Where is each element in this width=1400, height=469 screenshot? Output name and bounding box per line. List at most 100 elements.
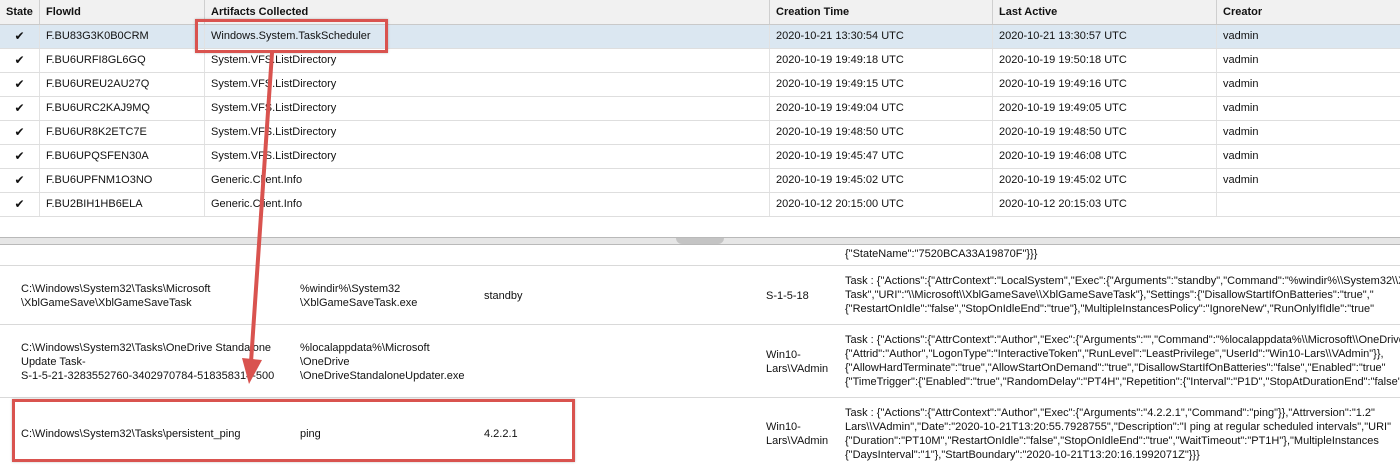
flow-row[interactable]: ✔ F.BU6UPFNM1O3NO Generic.Client.Info 20…	[0, 169, 1400, 193]
flow-artifact: System.VFS.ListDirectory	[205, 121, 770, 144]
flow-creator: vadmin	[1223, 54, 1259, 66]
flow-artifact: System.VFS.ListDirectory	[205, 97, 770, 120]
flow-creator: vadmin	[1223, 174, 1259, 186]
task-arguments: 4.2.2.1	[484, 427, 518, 440]
column-header-state[interactable]: State	[0, 0, 40, 24]
task-command-line: %localappdata%\Microsoft	[300, 341, 430, 354]
task-user-line: Win10-	[766, 420, 801, 433]
check-icon: ✔	[0, 145, 40, 168]
flow-row[interactable]: ✔ F.BU6UPQSFEN30A System.VFS.ListDirecto…	[0, 145, 1400, 169]
column-header-creator[interactable]: Creator	[1217, 0, 1400, 24]
task-json-line: {"RestartOnIdle":"false","StopOnIdleEnd"…	[845, 303, 1375, 315]
flow-last-active: 2020-10-19 19:49:16 UTC	[993, 73, 1217, 96]
flow-creation-time: 2020-10-12 20:15:00 UTC	[770, 193, 993, 216]
column-header-flowid[interactable]: FlowId	[40, 0, 205, 24]
task-user-line: S-1-5-18	[766, 289, 809, 302]
task-json-fragment: {"StateName":"7520BCA33A19870F"}}}	[845, 248, 1038, 260]
task-json-line: Lars\\VAdmin","Date":"2020-10-21T13:20:5…	[845, 421, 1391, 433]
check-icon: ✔	[0, 121, 40, 144]
flow-creator	[1217, 193, 1400, 216]
flow-id: F.BU83G3K0B0CRM	[40, 25, 205, 48]
splitter-handle[interactable]	[676, 238, 724, 244]
task-json-line: {"TimeTrigger":{"Enabled":"true","Random…	[845, 376, 1400, 388]
flow-creation-time: 2020-10-19 19:49:15 UTC	[770, 73, 993, 96]
flow-row[interactable]: ✔ F.BU6UR8K2ETC7E System.VFS.ListDirecto…	[0, 121, 1400, 145]
flow-creation-time: 2020-10-19 19:49:04 UTC	[770, 97, 993, 120]
task-command-line: ping	[300, 427, 321, 440]
task-json-line: Task","URI":"\\Microsoft\\XblGameSave\\X…	[845, 289, 1374, 301]
flow-creation-time: 2020-10-19 19:45:47 UTC	[770, 145, 993, 168]
results-row-fragment: {"StateName":"7520BCA33A19870F"}}}	[0, 245, 1400, 266]
flow-creator: vadmin	[1223, 78, 1259, 90]
task-path: C:\Windows\System32\Tasks\OneDrive Stand…	[21, 325, 296, 398]
flow-artifact: Generic.Client.Info	[205, 169, 770, 192]
flow-creator: vadmin	[1223, 102, 1259, 114]
flow-row[interactable]: ✔ F.BU6UREU2AU27Q System.VFS.ListDirecto…	[0, 73, 1400, 97]
flow-row[interactable]: ✔ F.BU83G3K0B0CRM Windows.System.TaskSch…	[0, 25, 1400, 49]
column-header-artifacts[interactable]: Artifacts Collected	[205, 0, 770, 24]
check-icon: ✔	[0, 97, 40, 120]
task-json: Task : {"Actions":{"AttrContext":"Author…	[845, 406, 1400, 462]
flow-id: F.BU6UPQSFEN30A	[40, 145, 205, 168]
flow-row[interactable]: ✔ F.BU6URC2KAJ9MQ System.VFS.ListDirecto…	[0, 97, 1400, 121]
results-table: {"StateName":"7520BCA33A19870F"}}} C:\Wi…	[0, 245, 1400, 469]
task-json-line: {"AllowHardTerminate":"true","AllowStart…	[845, 362, 1386, 374]
check-icon: ✔	[0, 169, 40, 192]
task-user-line: Lars\VAdmin	[766, 362, 829, 375]
flow-id: F.BU6URC2KAJ9MQ	[40, 97, 205, 120]
flow-creation-time: 2020-10-19 19:45:02 UTC	[770, 169, 993, 192]
flow-id: F.BU6UPFNM1O3NO	[40, 169, 205, 192]
flow-artifact: System.VFS.ListDirectory	[205, 49, 770, 72]
column-header-last-active[interactable]: Last Active	[993, 0, 1217, 24]
task-user: Win10- Lars\VAdmin	[766, 398, 841, 469]
check-icon: ✔	[0, 73, 40, 96]
flow-row[interactable]: ✔ F.BU6URFI8GL6GQ System.VFS.ListDirecto…	[0, 49, 1400, 73]
flow-artifact: System.VFS.ListDirectory	[205, 73, 770, 96]
flow-creation-time: 2020-10-21 13:30:54 UTC	[770, 25, 993, 48]
task-command-line: \XblGameSaveTask.exe	[300, 296, 418, 309]
check-icon: ✔	[0, 49, 40, 72]
task-json-line: Task : {"Actions":{"AttrContext":"Author…	[845, 407, 1375, 419]
task-json-line: {"Duration":"PT10M","RestartOnIdle":"fal…	[845, 435, 1379, 447]
task-command-line: %windir%\System32	[300, 282, 401, 295]
flow-row[interactable]: ✔ F.BU2BIH1HB6ELA Generic.Client.Info 20…	[0, 193, 1400, 217]
flows-table-header: State FlowId Artifacts Collected Creatio…	[0, 0, 1400, 25]
results-row[interactable]: C:\Windows\System32\Tasks\persistent_pin…	[0, 398, 1400, 469]
results-row[interactable]: C:\Windows\System32\Tasks\OneDrive Stand…	[0, 325, 1400, 398]
task-command: %localappdata%\Microsoft \OneDrive \OneDri…	[300, 325, 480, 398]
flow-creation-time: 2020-10-19 19:48:50 UTC	[770, 121, 993, 144]
task-path-line: C:\Windows\System32\Tasks\OneDrive Stand…	[21, 341, 272, 354]
task-user: S-1-5-18	[766, 266, 841, 325]
task-user: Win10- Lars\VAdmin	[766, 325, 841, 398]
task-command: ping	[300, 398, 475, 469]
task-command-line: \OneDrive	[300, 355, 350, 368]
task-user-line: Win10-	[766, 348, 801, 361]
flow-creator: vadmin	[1223, 126, 1259, 138]
task-json: Task : {"Actions":{"AttrContext":"LocalS…	[845, 274, 1400, 316]
task-command: %windir%\System32 \XblGameSaveTask.exe	[300, 266, 475, 325]
results-row[interactable]: C:\Windows\System32\Tasks\Microsoft \XblG…	[0, 266, 1400, 325]
task-json-line: {"DaysInterval":"1"},"StartBoundary":"20…	[845, 449, 1200, 461]
flow-last-active: 2020-10-21 13:30:57 UTC	[993, 25, 1217, 48]
check-icon: ✔	[0, 25, 40, 48]
task-path-line: C:\Windows\System32\Tasks\persistent_pin…	[21, 427, 241, 440]
task-json: Task : {"Actions":{"AttrContext":"Author…	[845, 333, 1400, 389]
flow-last-active: 2020-10-19 19:50:18 UTC	[993, 49, 1217, 72]
task-arguments	[484, 325, 754, 398]
task-json-line: {"Attrid":"Author","LogonType":"Interact…	[845, 348, 1384, 360]
flow-artifact: Generic.Client.Info	[205, 193, 770, 216]
column-header-creation-time[interactable]: Creation Time	[770, 0, 993, 24]
check-icon: ✔	[0, 193, 40, 216]
task-command-line: \OneDriveStandaloneUpdater.exe	[300, 369, 465, 382]
flow-last-active: 2020-10-19 19:46:08 UTC	[993, 145, 1217, 168]
task-path-line: S-1-5-21-3283552760-3402970784-518358314…	[21, 369, 275, 382]
flow-creator: vadmin	[1223, 150, 1259, 162]
pane-splitter[interactable]	[0, 237, 1400, 245]
task-json-line: Task : {"Actions":{"AttrContext":"Author…	[845, 334, 1400, 346]
task-json-line: Task : {"Actions":{"AttrContext":"LocalS…	[845, 275, 1400, 287]
flow-id: F.BU6UR8K2ETC7E	[40, 121, 205, 144]
flows-table: State FlowId Artifacts Collected Creatio…	[0, 0, 1400, 238]
flow-last-active: 2020-10-19 19:45:02 UTC	[993, 169, 1217, 192]
task-path-line: Update Task-	[21, 355, 86, 368]
flow-last-active: 2020-10-19 19:48:50 UTC	[993, 121, 1217, 144]
